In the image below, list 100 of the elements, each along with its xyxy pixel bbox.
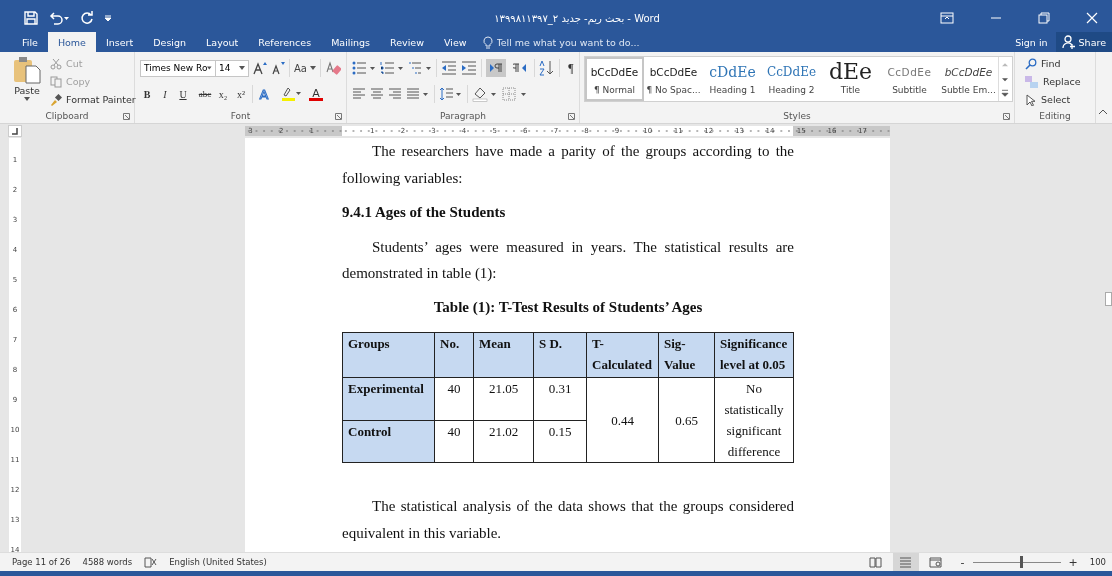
column-header: Mean [479, 336, 511, 351]
sign-in-link[interactable]: Sign in [1015, 36, 1048, 48]
style-item[interactable]: CcDdEe Heading 2 [762, 57, 821, 101]
ribbon-tab[interactable]: Design [143, 32, 197, 52]
table-cell: No statistically significant difference [724, 381, 784, 459]
table-cell: 21.02 [488, 423, 519, 439]
style-item[interactable]: bCcDdEe ¶ No Spac... [644, 57, 703, 101]
customize-caret-icon[interactable] [104, 14, 112, 22]
style-item[interactable]: dEe Title [821, 57, 880, 101]
change-case-button[interactable]: Aa [294, 62, 316, 74]
bullets-icon[interactable] [352, 61, 376, 75]
ribbon-tab[interactable]: Review [380, 32, 434, 52]
launcher-icon[interactable] [123, 113, 130, 120]
tell-me-field[interactable]: Tell me what you want to do... [496, 36, 797, 48]
launcher-icon[interactable] [1003, 113, 1010, 120]
row-header: Experimental [348, 381, 424, 396]
zoom-out-button[interactable]: - [960, 555, 965, 569]
launcher-icon[interactable] [335, 113, 342, 120]
line-spacing-icon[interactable] [439, 87, 463, 101]
show-formatting-button[interactable]: ¶ [564, 60, 578, 76]
ribbon-tab[interactable]: Mailings [321, 32, 381, 52]
scrollbar-thumb[interactable] [1105, 292, 1112, 306]
row-header: Control [348, 423, 392, 439]
pointer-icon [1025, 93, 1037, 106]
font-color-button[interactable]: A [309, 87, 323, 101]
word-count[interactable]: 4588 words [82, 557, 133, 567]
zoom-slider-thumb[interactable] [1019, 556, 1023, 568]
font-size-field[interactable]: 14 [215, 59, 249, 77]
column-header: Significance level at 0.05 [720, 336, 788, 372]
justify-icon[interactable] [406, 88, 430, 100]
sort-icon[interactable] [539, 60, 555, 76]
undo-icon[interactable] [48, 11, 70, 25]
table-caption: Table (1): T-Test Results of Students’ Ages [432, 297, 704, 317]
format-button[interactable]: abc [198, 86, 212, 102]
clear-formatting-icon[interactable] [324, 60, 341, 76]
font-name-field[interactable]: Times New Ro [140, 59, 216, 77]
group-label: Editing [1039, 111, 1071, 121]
group-label: Styles [783, 111, 811, 121]
clipboard-item[interactable]: Format Painter [50, 92, 136, 107]
ribbon-tab[interactable]: Insert [95, 32, 144, 52]
style-item[interactable]: bCcDdEe Subtle Em... [939, 57, 998, 101]
web-layout-icon [929, 556, 943, 568]
increase-indent-icon[interactable] [461, 61, 477, 75]
format-button[interactable]: B [140, 86, 154, 102]
ribbon-tab[interactable]: Layout [196, 32, 249, 52]
shrink-font-icon[interactable] [271, 61, 285, 75]
text-effects-button[interactable]: A [257, 86, 271, 102]
table-cell: 0.15 [548, 423, 572, 439]
tab-selector-icon[interactable] [11, 127, 19, 135]
save-icon[interactable] [24, 11, 38, 25]
ribbon-tab[interactable]: Home [47, 32, 96, 52]
table-cell: 0.31 [548, 381, 572, 396]
copy-icon [50, 75, 62, 88]
redo-icon[interactable] [80, 11, 94, 25]
zoom-level[interactable]: 100 [1089, 557, 1112, 567]
collapse-ribbon-icon[interactable] [1098, 109, 1108, 115]
table-cell: 21.05 [488, 381, 519, 396]
grow-font-icon[interactable] [253, 61, 267, 75]
format-button[interactable]: U [176, 86, 190, 102]
replace-icon [1025, 75, 1039, 88]
restore-icon[interactable] [1038, 12, 1050, 24]
ribbon-tab[interactable]: References [248, 32, 322, 52]
lightbulb-icon [482, 35, 493, 49]
numbering-icon[interactable] [380, 61, 404, 75]
column-header: Groups [348, 336, 390, 351]
decrease-indent-icon[interactable] [441, 61, 457, 75]
column-header: T-Calculated [592, 336, 652, 372]
table-cell: 40 [447, 381, 461, 396]
style-item[interactable]: CcDdEe Subtitle [880, 57, 939, 101]
ribbon-tab[interactable]: File [12, 32, 48, 52]
column-header: S D. [539, 336, 563, 351]
caret-icon [24, 97, 30, 101]
table-cell: 0.65 [675, 412, 698, 428]
editing-button[interactable]: Select [1025, 92, 1095, 107]
view-button[interactable] [892, 553, 919, 571]
body-paragraph: The statistical analysis of the data shows that the groups considered equivalent in this variable. [342, 497, 794, 543]
paste-button[interactable]: Paste [12, 56, 42, 108]
editing-button[interactable]: Find [1025, 56, 1095, 71]
highlighter-icon[interactable] [281, 86, 301, 102]
format-button[interactable]: x₂ [216, 86, 230, 102]
section-heading: 9.4.1 Ages of the Students [342, 203, 507, 222]
text-direction-button[interactable] [486, 59, 506, 77]
share-button[interactable]: Share [1055, 32, 1112, 52]
proofing-icon[interactable] [144, 556, 158, 568]
multilevel-list-icon[interactable] [408, 61, 432, 75]
close-icon[interactable] [1086, 12, 1098, 24]
shading-icon[interactable] [472, 86, 498, 102]
format-button[interactable]: I [158, 86, 172, 102]
paintbrush-icon [50, 93, 62, 106]
style-item[interactable]: cDdEe Heading 1 [703, 57, 762, 101]
ribbon-tab[interactable]: View [433, 32, 477, 52]
launcher-icon[interactable] [568, 113, 575, 120]
style-item[interactable]: bCcDdEe ¶ Normal [585, 57, 644, 101]
page-count[interactable]: Page 11 of 26 [12, 557, 71, 567]
editing-button[interactable]: Replace [1025, 74, 1095, 89]
page-layout-icon [899, 556, 913, 568]
zoom-in-button[interactable]: + [1068, 555, 1078, 569]
ribbon-display-icon[interactable] [940, 12, 954, 24]
language-status[interactable]: English (United States) [169, 557, 267, 567]
format-button[interactable]: x² [234, 86, 248, 102]
